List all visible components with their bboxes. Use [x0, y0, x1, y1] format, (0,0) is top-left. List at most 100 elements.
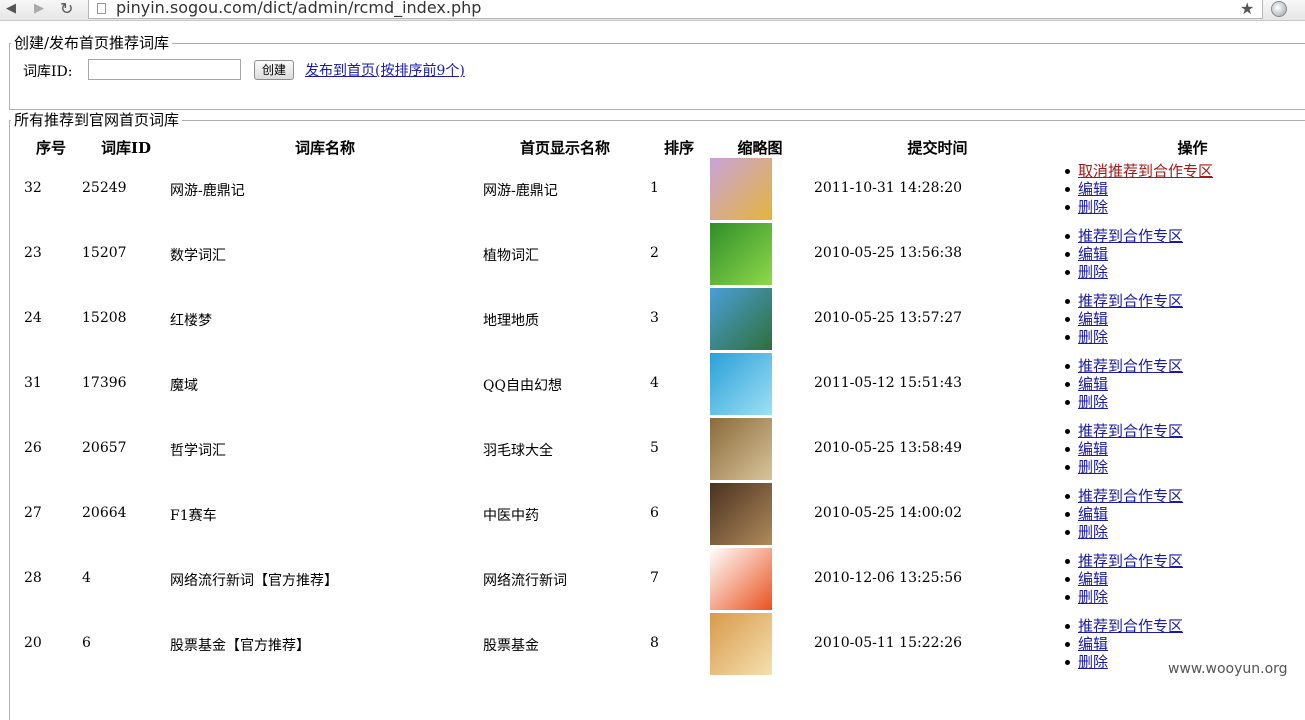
operation-item: 编辑: [1063, 570, 1183, 588]
cell-order: 1: [650, 180, 659, 196]
operations-list: 推荐到合作专区 编辑 删除: [1063, 617, 1183, 671]
cell-name: F1赛车: [170, 508, 217, 524]
forward-icon[interactable]: ▶: [34, 1, 44, 16]
header-thumbnail: 缩略图: [737, 139, 783, 157]
edit-link[interactable]: 编辑: [1078, 440, 1108, 458]
delete-link[interactable]: 删除: [1078, 458, 1108, 476]
operation-item: 推荐到合作专区: [1063, 552, 1183, 570]
cell-seq: 32: [24, 180, 42, 196]
operation-item: 编辑: [1063, 440, 1183, 458]
recommend-partner-link[interactable]: 推荐到合作专区: [1078, 227, 1183, 245]
delete-link[interactable]: 删除: [1078, 393, 1108, 411]
cell-name: 哲学词汇: [170, 443, 226, 459]
cell-id: 17396: [82, 375, 127, 391]
cell-time: 2010-05-25 13:58:49: [814, 440, 963, 456]
cancel-recommend-partner-link[interactable]: 取消推荐到合作专区: [1078, 162, 1213, 180]
delete-link[interactable]: 删除: [1078, 198, 1108, 216]
header-dict-id: 词库ID: [100, 139, 152, 157]
delete-link[interactable]: 删除: [1078, 653, 1108, 671]
badminton-thumb: [710, 418, 772, 480]
operation-item: 编辑: [1063, 375, 1183, 393]
recommend-partner-link[interactable]: 推荐到合作专区: [1078, 292, 1183, 310]
publish-homepage-link[interactable]: 发布到首页(按排序前9个): [305, 60, 465, 80]
operation-item: 删除: [1063, 653, 1183, 671]
edit-link[interactable]: 编辑: [1078, 570, 1108, 588]
cell-name: 红楼梦: [170, 313, 212, 329]
operation-item: 推荐到合作专区: [1063, 227, 1183, 245]
delete-link[interactable]: 删除: [1078, 588, 1108, 606]
back-icon[interactable]: ◀: [6, 1, 16, 16]
page-icon: [97, 3, 106, 14]
cell-name: 数学词汇: [170, 248, 226, 264]
header-operations: 操作: [1177, 139, 1208, 157]
edit-link[interactable]: 编辑: [1078, 180, 1108, 198]
cell-seq: 24: [24, 310, 42, 326]
create-button[interactable]: 创建: [254, 60, 294, 80]
recommend-partner-link[interactable]: 推荐到合作专区: [1078, 422, 1183, 440]
cell-id: 6: [82, 635, 91, 651]
operation-item: 删除: [1063, 328, 1183, 346]
browser-toolbar: ◀ ▶ ↻ pinyin.sogou.com/dict/admin/rcmd_i…: [0, 0, 1305, 21]
operation-item: 删除: [1063, 198, 1213, 216]
cell-id: 15208: [82, 310, 127, 326]
cell-name: 魔域: [170, 378, 198, 394]
delete-link[interactable]: 删除: [1078, 328, 1108, 346]
dict-id-label: 词库ID:: [23, 64, 73, 80]
cell-time: 2010-05-25 13:56:38: [814, 245, 963, 261]
cell-id: 15207: [82, 245, 127, 261]
edit-link[interactable]: 编辑: [1078, 310, 1108, 328]
create-legend: 创建/发布首页推荐词库: [11, 34, 173, 52]
watermark: www.wooyun.org: [1168, 661, 1288, 677]
cell-order: 6: [650, 505, 659, 521]
recommend-partner-link[interactable]: 推荐到合作专区: [1078, 617, 1183, 635]
operation-item: 编辑: [1063, 505, 1183, 523]
qq-fantasy-thumb: [710, 353, 772, 415]
cell-time: 2010-05-25 13:57:27: [814, 310, 963, 326]
clover-thumb: [710, 223, 772, 285]
dict-id-input[interactable]: [88, 59, 241, 80]
address-bar[interactable]: pinyin.sogou.com/dict/admin/rcmd_index.p…: [88, 0, 1263, 19]
cell-id: 20664: [82, 505, 127, 521]
coin-thumb: [710, 613, 772, 675]
recommend-partner-link[interactable]: 推荐到合作专区: [1078, 357, 1183, 375]
header-display-name: 首页显示名称: [519, 139, 610, 157]
cell-display: 羽毛球大全: [483, 443, 553, 459]
operation-item: 推荐到合作专区: [1063, 292, 1183, 310]
operations-list: 推荐到合作专区 编辑 删除: [1063, 487, 1183, 541]
edit-link[interactable]: 编辑: [1078, 505, 1108, 523]
recommend-partner-link[interactable]: 推荐到合作专区: [1078, 487, 1183, 505]
cell-order: 5: [650, 440, 659, 456]
operation-item: 删除: [1063, 523, 1183, 541]
operation-item: 删除: [1063, 393, 1183, 411]
operation-item: 删除: [1063, 263, 1183, 281]
cell-name: 网络流行新词【官方推荐】: [170, 573, 338, 589]
operation-item: 删除: [1063, 458, 1183, 476]
recommend-partner-link[interactable]: 推荐到合作专区: [1078, 552, 1183, 570]
reload-icon[interactable]: ↻: [60, 0, 73, 18]
edit-link[interactable]: 编辑: [1078, 635, 1108, 653]
delete-link[interactable]: 删除: [1078, 523, 1108, 541]
cell-order: 2: [650, 245, 659, 261]
cell-display: QQ自由幻想: [483, 378, 562, 394]
edit-link[interactable]: 编辑: [1078, 245, 1108, 263]
cell-order: 7: [650, 570, 659, 586]
delete-link[interactable]: 删除: [1078, 263, 1108, 281]
cell-id: 20657: [82, 440, 127, 456]
cell-display: 植物词汇: [483, 248, 539, 264]
cell-order: 3: [650, 310, 659, 326]
operation-item: 取消推荐到合作专区: [1063, 162, 1213, 180]
operations-list: 取消推荐到合作专区 编辑 删除: [1063, 162, 1213, 216]
herbs-thumb: [710, 483, 772, 545]
url-text[interactable]: pinyin.sogou.com/dict/admin/rcmd_index.p…: [116, 0, 481, 17]
cell-order: 4: [650, 375, 659, 391]
star-icon[interactable]: ★: [1240, 0, 1254, 18]
operations-list: 推荐到合作专区 编辑 删除: [1063, 552, 1183, 606]
header-submit-time: 提交时间: [907, 139, 968, 157]
globe-icon[interactable]: [1271, 1, 1287, 17]
operations-list: 推荐到合作专区 编辑 删除: [1063, 422, 1183, 476]
cell-time: 2010-05-11 15:22:26: [814, 635, 963, 651]
header-seq: 序号: [35, 139, 66, 157]
operation-item: 编辑: [1063, 635, 1183, 653]
list-legend: 所有推荐到官网首页词库: [11, 111, 183, 129]
edit-link[interactable]: 编辑: [1078, 375, 1108, 393]
